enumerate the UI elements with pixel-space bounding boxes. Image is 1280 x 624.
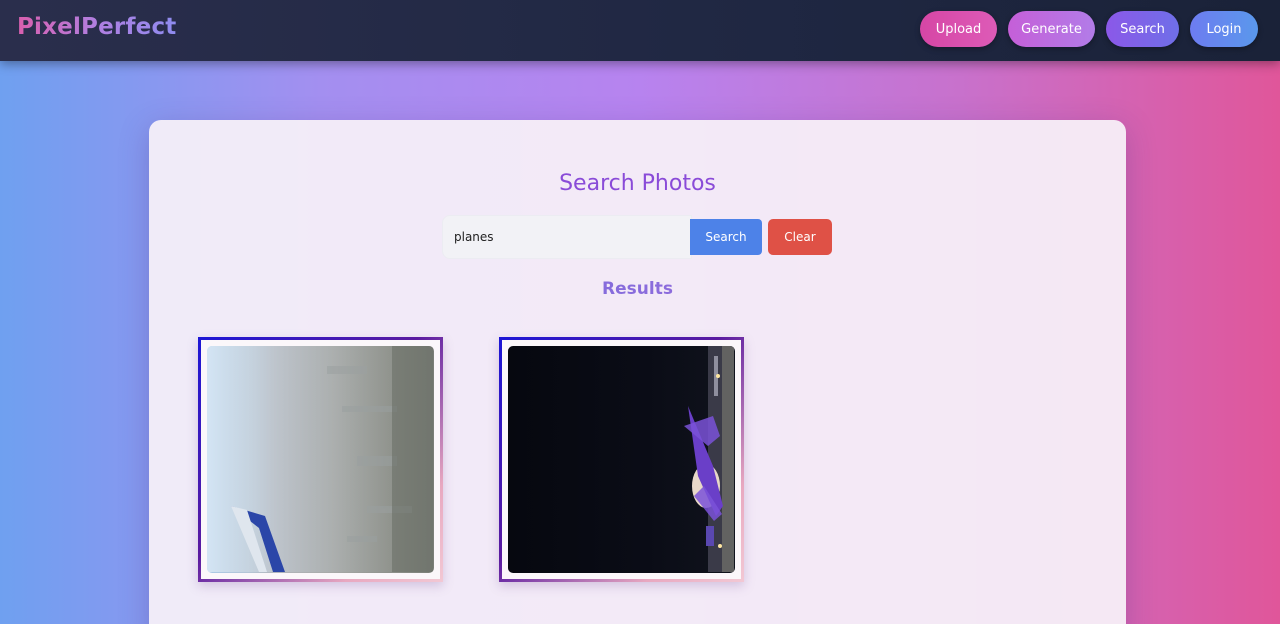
result-photo-card[interactable] — [198, 337, 443, 582]
result-photo-image[interactable] — [207, 346, 434, 573]
navbar: PixelPerfect Upload Generate Search Logi… — [0, 0, 1280, 61]
result-photo-image[interactable] — [508, 346, 735, 573]
page-title: Search Photos — [559, 171, 716, 196]
night-plane-graphic — [684, 346, 734, 572]
nav-generate-button[interactable]: Generate — [1008, 11, 1095, 47]
clear-button[interactable]: Clear — [768, 219, 832, 255]
aerial-scene-graphic — [207, 346, 433, 572]
photo-mat — [201, 340, 440, 579]
brand-logo[interactable]: PixelPerfect — [17, 14, 177, 40]
photo-mat — [502, 340, 741, 579]
results-heading: Results — [149, 279, 1126, 299]
nav-upload-button[interactable]: Upload — [920, 11, 997, 47]
nav-search-button[interactable]: Search — [1106, 11, 1179, 47]
result-photo-card[interactable] — [499, 337, 744, 582]
search-card: Search Photos Search Clear Results — [149, 120, 1126, 624]
nav-login-button[interactable]: Login — [1190, 11, 1258, 47]
search-input[interactable] — [442, 215, 692, 259]
search-button[interactable]: Search — [690, 219, 762, 255]
